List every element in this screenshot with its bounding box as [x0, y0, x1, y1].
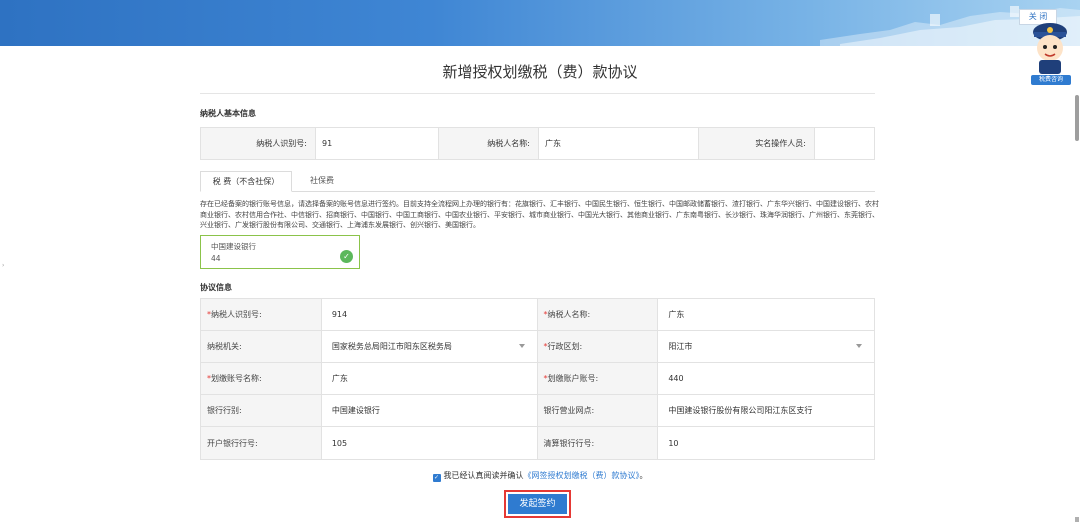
check-circle-icon: ✓ [340, 250, 353, 263]
submit-highlight: 发起签约 [504, 490, 571, 518]
taxpayer-name-value: 广东 [539, 128, 699, 159]
chevron-down-icon [518, 344, 525, 348]
row-label: * 纳税人识别号: [201, 299, 322, 330]
fee-type-tabs: 税 费（不含社保） 社保费 [200, 171, 875, 192]
agreement-info-heading: 协议信息 [200, 283, 232, 292]
agreement-link[interactable]: 《网签授权划缴税（费）款协议》 [524, 471, 640, 480]
agree-checkbox[interactable]: ✓ [432, 474, 441, 482]
chevron-down-icon [856, 344, 862, 348]
bank-account-card[interactable]: 中国建设银行 44 ✓ [200, 235, 360, 269]
left-edge-marker: › [2, 262, 5, 269]
title-divider [200, 93, 875, 94]
admin-region-select[interactable]: 阳江市 [658, 331, 874, 362]
submit-sign-button[interactable]: 发起签约 [508, 494, 567, 514]
bank-type-field: 中国建设银行 [322, 395, 538, 426]
tab-social-insurance[interactable]: 社保费 [292, 171, 352, 192]
scrollbar-thumb[interactable] [1075, 95, 1079, 141]
taxpayer-name-field: 广东 [668, 310, 685, 319]
tab-tax-fee[interactable]: 税 费（不含社保） [200, 171, 292, 192]
taxpayer-name-label: 纳税人名称: [439, 128, 539, 159]
agree-prefix: 我已经认真阅读并确认 [443, 471, 524, 480]
basic-info-heading: 纳税人基本信息 [200, 109, 256, 118]
basic-info-table: 纳税人识别号: 91 纳税人名称: 广东 实名操作人员: [200, 127, 875, 160]
clearing-bank-code-field: 10 [668, 438, 679, 448]
operator-value [815, 128, 874, 159]
row-label: * 划缴账号名称: [201, 363, 322, 394]
row-label: 纳税机关: [201, 331, 322, 362]
page-title: 新增授权划缴税（费）款协议 [442, 63, 638, 81]
taxpayer-id-field: 914 [322, 299, 538, 330]
table-row: * 纳税人识别号: 914 * 纳税人名称: 广东 [201, 299, 874, 331]
scrollbar-down[interactable] [1075, 517, 1079, 522]
table-row: 开户银行行号: 105 清算银行行号: 10 [201, 427, 874, 459]
supported-banks-notice: 存在已经备案的银行账号信息，请选择备案的账号信息进行签约。目前支持全流程网上办理… [200, 200, 879, 229]
bank-card-account: 44 [211, 254, 221, 263]
row-label: * 行政区划: [537, 331, 659, 362]
account-number-field[interactable]: 440 [658, 363, 874, 394]
tax-authority-select[interactable]: 国家税务总局阳江市阳东区税务局 [322, 331, 538, 362]
row-label: 银行营业网点: [537, 395, 659, 426]
taxpayer-id-label: 纳税人识别号: [201, 128, 316, 159]
agreement-confirm-line: ✓ 我已经认真阅读并确认《网签授权划缴税（费）款协议》。 [0, 470, 1080, 482]
row-label: * 纳税人名称: [537, 299, 659, 330]
row-label: 开户银行行号: [201, 427, 322, 459]
table-row: * 划缴账号名称: 广东 * 划缴账户账号: 440 [201, 363, 874, 395]
bank-branch-field: 中国建设银行股份有限公司阳江东区支行 [668, 406, 813, 415]
table-row: 银行行别: 中国建设银行 银行营业网点: 中国建设银行股份有限公司阳江东区支行 [201, 395, 874, 427]
taxpayer-id-value: 91 [316, 128, 439, 159]
opening-bank-code-field: 105 [322, 427, 538, 459]
row-label: 银行行别: [201, 395, 322, 426]
agree-suffix: 。 [639, 471, 648, 480]
row-label: * 划缴账户账号: [537, 363, 659, 394]
header-banner: 关 闭 [0, 0, 1080, 46]
agreement-info-table: * 纳税人识别号: 914 * 纳税人名称: 广东 纳税机关: 国家税务总局阳江市阳… [200, 298, 875, 460]
table-row: 纳税机关: 国家税务总局阳江市阳东区税务局 * 行政区划: 阳江市 [201, 331, 874, 363]
row-label: 清算银行行号: [537, 427, 659, 459]
account-name-field[interactable]: 广东 [322, 363, 538, 394]
bank-card-name: 中国建设银行 [211, 242, 256, 251]
operator-label: 实名操作人员: [699, 128, 815, 159]
